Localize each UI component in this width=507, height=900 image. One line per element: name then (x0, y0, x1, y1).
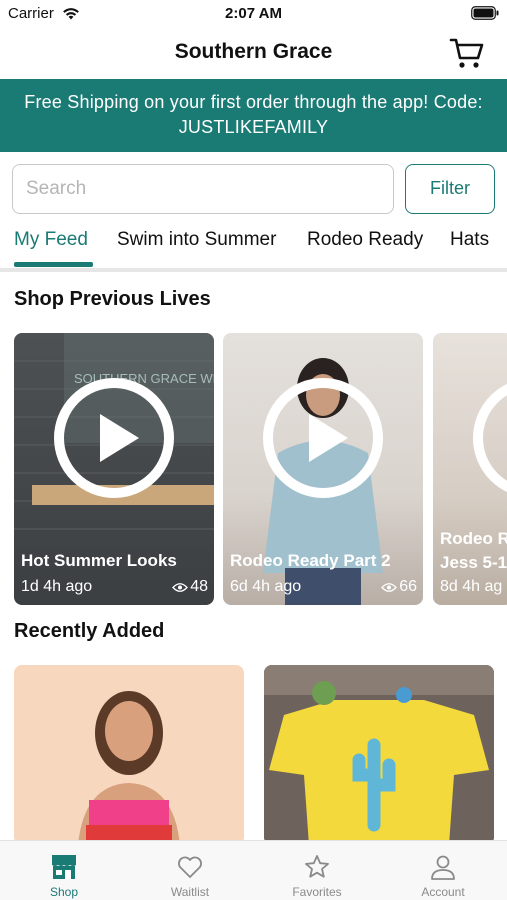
promo-code: JUSTLIKEFAMILY (178, 117, 329, 137)
live-time: 6d 4h ago (230, 578, 302, 595)
search-input[interactable] (12, 164, 394, 214)
tab-shop[interactable]: Shop (1, 841, 127, 900)
section-title-recently-added: Recently Added (14, 620, 165, 642)
battery-icon (471, 6, 499, 20)
star-icon (305, 855, 329, 878)
view-count: 66 (381, 578, 417, 596)
tab-label: Favorites (292, 885, 342, 899)
product-card[interactable] (264, 665, 494, 845)
active-tab-indicator (14, 262, 93, 267)
tab-account[interactable]: Account (380, 841, 506, 900)
tab-favorites[interactable]: Favorites (254, 841, 380, 900)
play-icon[interactable] (262, 377, 384, 499)
tab-label: Shop (49, 885, 79, 899)
eye-icon (172, 582, 189, 592)
view-count-value: 48 (190, 578, 208, 595)
tab-label: Account (421, 885, 465, 899)
category-tabs: My Feed Swim into Summer Rodeo Ready Hat… (0, 224, 507, 272)
live-subtitle: Jess 5-1 (440, 553, 507, 572)
live-title: Rodeo Ready Part 2 (230, 551, 391, 570)
filter-button[interactable]: Filter (405, 164, 495, 214)
divider (0, 268, 507, 272)
tab-my-feed[interactable]: My Feed (14, 229, 88, 251)
heart-icon (178, 856, 202, 878)
tab-hats[interactable]: Hats (450, 229, 489, 251)
tab-rodeo-ready[interactable]: Rodeo Ready (307, 229, 423, 251)
tab-label: Waitlist (170, 885, 210, 899)
status-time: 2:07 AM (225, 5, 282, 22)
product-image (264, 665, 494, 845)
live-video-card[interactable]: Rodeo Ready Part 2 6d 4h ago 66 (223, 333, 423, 605)
navigation-bar: Southern Grace (0, 28, 507, 78)
product-card[interactable] (14, 665, 244, 845)
live-time: 8d 4h ag (440, 578, 503, 595)
product-image (78, 691, 180, 845)
eye-icon (381, 582, 398, 592)
section-title-previous-lives: Shop Previous Lives (14, 288, 211, 310)
live-video-card[interactable]: SOUTHERN GRACE WHOLESALE Hot Summer Look… (14, 333, 214, 605)
play-icon[interactable] (53, 377, 175, 499)
tab-waitlist[interactable]: Waitlist (127, 841, 253, 900)
status-bar: Carrier 2:07 AM (0, 0, 507, 28)
live-time: 1d 4h ago (21, 578, 93, 595)
store-icon (52, 855, 76, 879)
view-count-value: 66 (399, 578, 417, 595)
cart-icon[interactable] (449, 36, 485, 70)
tab-swim-into-summer[interactable]: Swim into Summer (117, 229, 276, 251)
store-title: Southern Grace (174, 40, 333, 63)
live-video-card[interactable]: Rodeo R Jess 5-1 8d 4h ag (433, 333, 507, 605)
promo-banner: Free Shipping on your first order throug… (0, 79, 507, 152)
bottom-tab-bar: Shop Waitlist Favorites Account (0, 840, 507, 900)
person-icon (431, 855, 455, 880)
live-title: Hot Summer Looks (21, 551, 177, 570)
live-title: Rodeo R (440, 529, 507, 548)
promo-text: Free Shipping on your first order throug… (24, 92, 483, 112)
view-count: 48 (172, 578, 208, 596)
